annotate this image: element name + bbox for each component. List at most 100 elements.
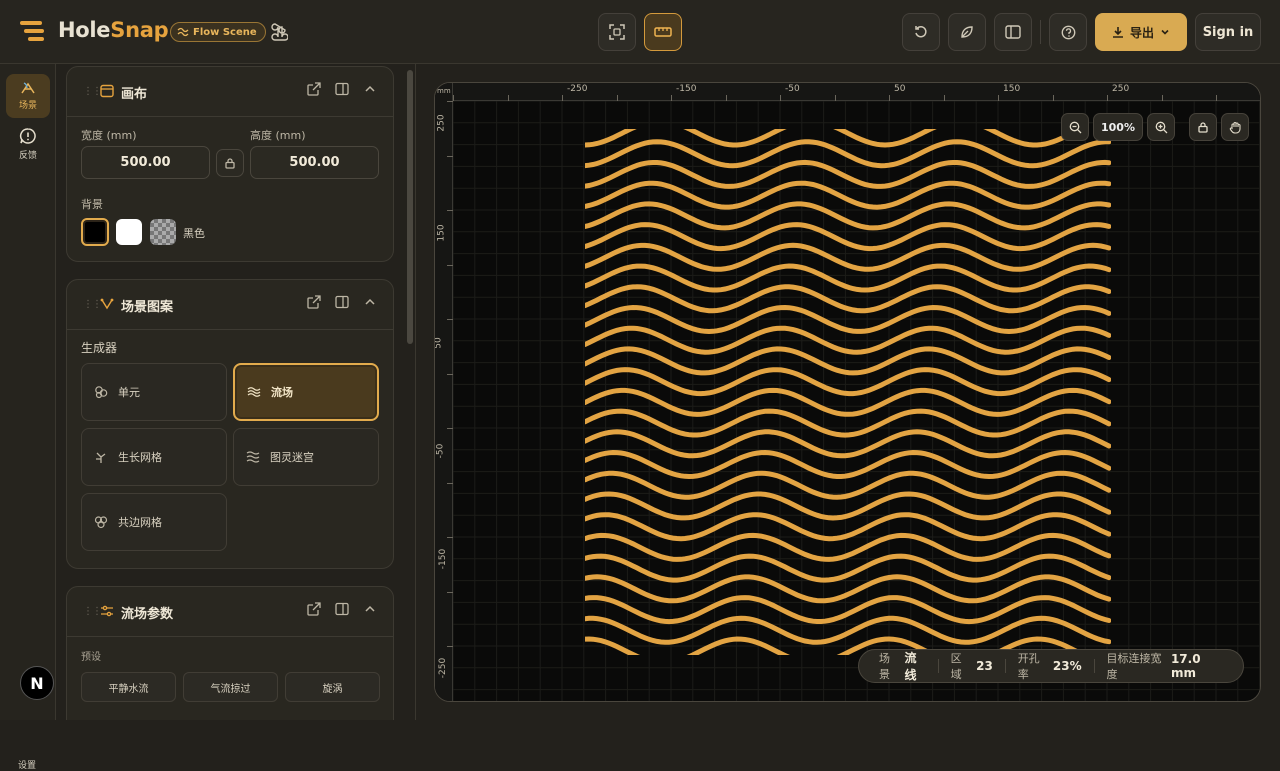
chevron-up-icon[interactable] — [363, 602, 377, 616]
ruler-top-mark — [1107, 95, 1108, 101]
scene-badge-label: Flow Scene — [193, 26, 257, 38]
background-label: 背景 — [81, 198, 103, 211]
generator-maze[interactable]: 图灵迷宫 — [233, 428, 379, 486]
ruler-left-tick: -250 — [438, 657, 449, 679]
rail-item-feedback-label: 反馈 — [18, 151, 37, 161]
ruler-left-tick: 250 — [436, 114, 447, 132]
generator-shared-edge-label: 共边网格 — [118, 516, 162, 529]
command-icon[interactable] — [270, 23, 288, 41]
lock-view-button[interactable] — [1189, 113, 1217, 141]
width-label: 宽度 (mm) — [81, 129, 137, 142]
flow-pattern — [585, 129, 1111, 655]
pattern-card-header: ⋮⋮ 场景图案 — [67, 280, 393, 330]
top-bar: HoleSnap Flow Scene 导出 Sign in — [0, 0, 1280, 64]
rail-item-scene[interactable]: 场景 — [6, 74, 50, 118]
background-transparent-swatch[interactable] — [150, 219, 176, 245]
zoom-out-button[interactable] — [1061, 113, 1089, 141]
aspect-lock-button[interactable] — [216, 149, 244, 177]
ruler-icon — [654, 27, 672, 37]
drag-handle-icon[interactable]: ⋮⋮ — [83, 299, 102, 310]
ruler-left: 250 150 50 -50 -150 -250 — [434, 83, 453, 701]
rail-item-feedback[interactable]: 反馈 — [6, 122, 50, 166]
flow-params-card-title: 流场参数 — [121, 607, 174, 622]
ruler-top-tick: -150 — [676, 84, 697, 94]
ruler-top-mark — [453, 95, 454, 101]
generator-flow-label: 流场 — [271, 386, 293, 399]
export-button[interactable]: 导出 — [1095, 13, 1187, 51]
help-button[interactable] — [1049, 13, 1087, 51]
preset-airflow[interactable]: 气流掠过 — [183, 672, 278, 702]
split-panel-icon[interactable] — [335, 295, 349, 309]
ruler-top-mark — [671, 95, 672, 101]
chevron-up-icon[interactable] — [363, 295, 377, 309]
ruler-top-mark — [889, 95, 890, 101]
generator-flow[interactable]: 流场 — [233, 363, 379, 421]
eco-button[interactable] — [948, 13, 986, 51]
ruler-left-mark — [447, 591, 453, 593]
split-panel-icon[interactable] — [335, 82, 349, 96]
generator-cells[interactable]: 单元 — [81, 363, 227, 421]
ruler-top-mark — [616, 95, 618, 101]
drag-handle-icon[interactable]: ⋮⋮ — [83, 606, 102, 617]
ruler-top-mark — [562, 95, 563, 101]
n-badge-button[interactable]: N — [20, 666, 54, 700]
status-divider — [937, 659, 939, 673]
ruler-top-mark — [1216, 95, 1217, 101]
scene-badge[interactable]: Flow Scene — [170, 22, 266, 42]
status-width-label: 目标连接宽度 — [1106, 652, 1162, 681]
ruler-left-mark — [447, 482, 453, 484]
background-black-swatch[interactable] — [81, 218, 109, 246]
ruler-top-mark — [943, 95, 945, 101]
width-input[interactable]: 500.00 — [81, 146, 210, 179]
background-value: 黑色 — [183, 227, 205, 240]
ruler-top-mark — [1161, 95, 1163, 101]
canvas-viewport[interactable]: -250 -150 -50 50 150 250 250 150 50 -50 -150 -250 … — [434, 82, 1261, 702]
layout-button[interactable] — [994, 13, 1032, 51]
zoom-level[interactable]: 100% — [1093, 113, 1143, 141]
zoom-in-button[interactable] — [1147, 113, 1175, 141]
reset-button[interactable] — [902, 13, 940, 51]
ruler-toggle-button[interactable] — [644, 13, 682, 51]
background-white-swatch[interactable] — [116, 219, 142, 245]
popout-icon[interactable] — [307, 82, 321, 96]
panel-scrollbar[interactable] — [407, 70, 413, 344]
sidebar-icon — [1005, 25, 1021, 39]
preset-calm-water[interactable]: 平静水流 — [81, 672, 176, 702]
ruler-left-mark — [447, 373, 453, 375]
status-scene-label: 场景 — [879, 652, 890, 681]
ruler-left-tick: -150 — [438, 548, 449, 570]
fit-view-button[interactable] — [598, 13, 636, 51]
generator-shared-edge[interactable]: 共边网格 — [81, 493, 227, 551]
status-region-value: 23 — [976, 659, 993, 673]
ruler-top-tick: -50 — [785, 84, 800, 94]
preset-vortex[interactable]: 旋涡 — [285, 672, 380, 702]
split-panel-icon[interactable] — [335, 602, 349, 616]
flow-lines — [585, 129, 1111, 655]
rail-item-scene-label: 场景 — [18, 101, 37, 111]
settings-label[interactable]: 设置 — [18, 758, 36, 771]
ruler-left-mark — [447, 210, 453, 211]
popout-icon[interactable] — [307, 602, 321, 616]
chevron-up-icon[interactable] — [363, 82, 377, 96]
pan-tool-button[interactable] — [1221, 113, 1249, 141]
ruler-left-mark — [447, 155, 453, 157]
popout-icon[interactable] — [307, 295, 321, 309]
ruler-left-tick: -50 — [435, 443, 446, 459]
pattern-icon — [100, 298, 114, 310]
ruler-left-mark — [447, 537, 453, 538]
generator-growth[interactable]: 生长网格 — [81, 428, 227, 486]
brand-name: HoleSnap — [58, 18, 169, 42]
canvas-card-header: ⋮⋮ 画布 — [67, 67, 393, 117]
help-icon — [1061, 25, 1075, 39]
drag-handle-icon[interactable]: ⋮⋮ — [83, 86, 102, 97]
flow-line — [585, 532, 1111, 562]
download-icon — [1112, 27, 1123, 38]
ruler-top-tick: 150 — [1003, 84, 1021, 94]
ruler-top-tick: 50 — [894, 84, 906, 94]
ruler-left-tick: 50 — [434, 337, 444, 349]
height-input[interactable]: 500.00 — [250, 146, 379, 179]
canvas-icon — [100, 84, 114, 98]
zoom-in-icon — [1155, 121, 1167, 133]
view-lock-controls — [1189, 113, 1249, 141]
sign-in-button[interactable]: Sign in — [1195, 13, 1261, 51]
